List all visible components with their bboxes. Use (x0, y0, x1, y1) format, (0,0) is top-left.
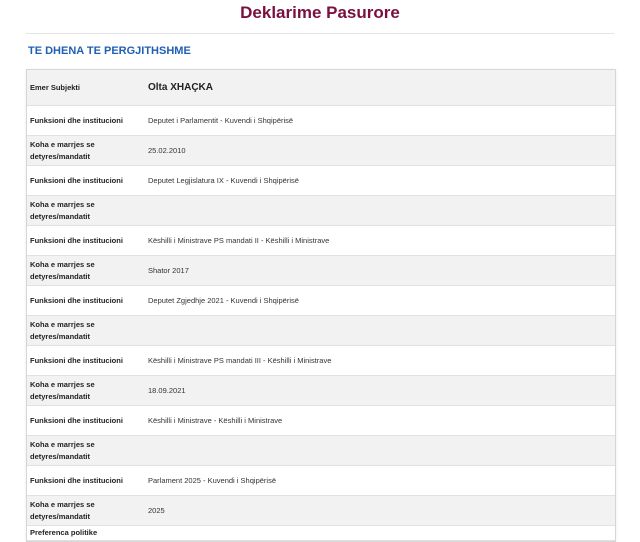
row-label: Koha e marrjes se detyres/mandatit (27, 195, 140, 226)
subject-label: Emer Subjekti (27, 70, 140, 106)
row-label: Koha e marrjes se detyres/mandatit (27, 375, 140, 406)
table-row: Funksioni dhe institucioni Këshilli i Min… (27, 345, 615, 376)
row-value: Këshilli i Ministrave PS mandati III - K… (140, 345, 615, 376)
row-label: Funksioni dhe institucioni (27, 105, 140, 136)
row-value (140, 525, 615, 541)
row-value: Këshilli i Ministrave PS mandati II - Kë… (140, 225, 615, 256)
row-value: 25.02.2010 (140, 135, 615, 166)
row-label: Koha e marrjes se detyres/mandatit (27, 435, 140, 466)
row-label: Koha e marrjes se detyres/mandatit (27, 495, 140, 526)
table-row: Funksioni dhe institucioni Parlament 2025… (27, 465, 615, 496)
subject-row: Emer Subjekti Olta XHAÇKA (27, 70, 615, 106)
table-row: Koha e marrjes se detyres/mandatit (27, 435, 615, 466)
table-row: Koha e marrjes se detyres/mandatit 18.09.… (27, 375, 615, 406)
row-label: Funksioni dhe institucioni (27, 225, 140, 256)
row-value (140, 195, 615, 226)
row-value: Këshilli i Ministrave - Këshilli i Minis… (140, 405, 615, 436)
row-value (140, 435, 615, 466)
table-row: Koha e marrjes se detyres/mandatit (27, 195, 615, 226)
table-row: Funksioni dhe institucioni Këshilli i Min… (27, 225, 615, 256)
table-row: Funksioni dhe institucioni Deputet i Parl… (27, 105, 615, 136)
row-label: Funksioni dhe institucioni (27, 165, 140, 196)
row-label: Funksioni dhe institucioni (27, 465, 140, 496)
section-heading: TE DHENA TE PERGJITHSHME (28, 45, 191, 57)
table-row: Koha e marrjes se detyres/mandatit 25.02.… (27, 135, 615, 166)
page-title: Deklarime Pasurore (240, 3, 400, 22)
row-label: Funksioni dhe institucioni (27, 285, 140, 316)
row-value: 18.09.2021 (140, 375, 615, 406)
row-value: Deputet Zgjedhje 2021 - Kuvendi i Shqipë… (140, 285, 615, 316)
general-data-table: Emer Subjekti Olta XHAÇKA Funksioni dhe … (26, 69, 616, 542)
table-row: Koha e marrjes se detyres/mandatit (27, 315, 615, 346)
row-label: Koha e marrjes se detyres/mandatit (27, 135, 140, 166)
row-value: 2025 (140, 495, 615, 526)
row-value (140, 315, 615, 346)
row-value: Deputet Legjislatura IX - Kuvendi i Shqi… (140, 165, 615, 196)
row-label: Koha e marrjes se detyres/mandatit (27, 315, 140, 346)
subject-name: Olta XHAÇKA (140, 70, 615, 106)
row-label: Koha e marrjes se detyres/mandatit (27, 255, 140, 286)
table-row: Koha e marrjes se detyres/mandatit 2025 (27, 495, 615, 526)
table-row: Koha e marrjes se detyres/mandatit Shator… (27, 255, 615, 286)
table-row: Preferenca politike (27, 525, 615, 541)
row-label: Preferenca politike (27, 525, 140, 541)
table-row: Funksioni dhe institucioni Deputet Zgjedh… (27, 285, 615, 316)
row-value: Parlament 2025 - Kuvendi i Shqipërisë (140, 465, 615, 496)
table-row: Funksioni dhe institucioni Deputet Legjis… (27, 165, 615, 196)
row-value: Deputet i Parlamentit - Kuvendi i Shqipë… (140, 105, 615, 136)
title-divider (26, 33, 614, 34)
row-value: Shator 2017 (140, 255, 615, 286)
table-row: Funksioni dhe institucioni Këshilli i Min… (27, 405, 615, 436)
row-label: Funksioni dhe institucioni (27, 345, 140, 376)
row-label: Funksioni dhe institucioni (27, 405, 140, 436)
